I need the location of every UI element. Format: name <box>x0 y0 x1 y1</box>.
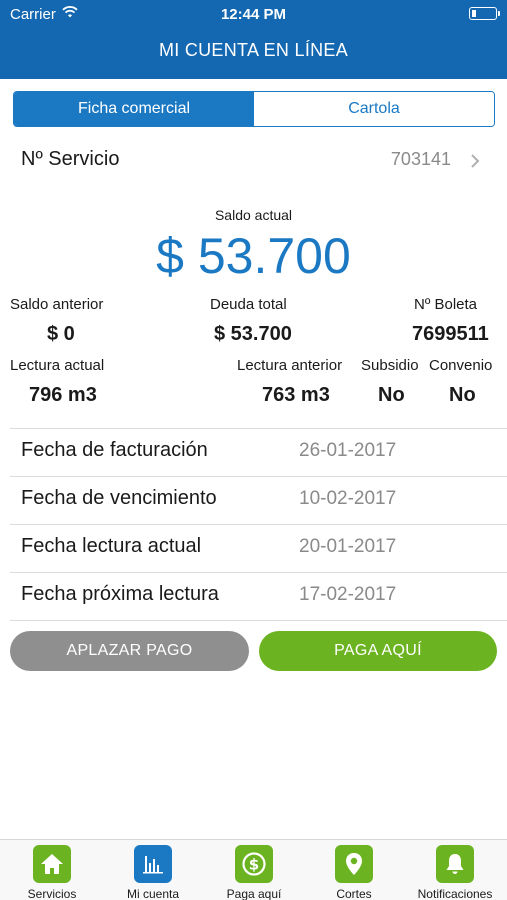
saldo-anterior-label: Saldo anterior <box>10 296 104 313</box>
tab-ficha-comercial[interactable]: Ficha comercial <box>14 92 254 126</box>
bell-icon <box>436 845 474 883</box>
servicio-label: Nº Servicio <box>21 148 120 170</box>
divider <box>10 476 507 477</box>
divider <box>10 620 507 621</box>
tab-label: Mi cuenta <box>126 887 180 900</box>
bar-chart-icon <box>134 845 172 883</box>
tab-bar: Servicios Mi cuenta $ Paga aquí Cortes N… <box>0 839 507 900</box>
dollar-icon: $ <box>235 845 273 883</box>
fecha-vencimiento-value: 10-02-2017 <box>299 488 397 509</box>
divider <box>10 428 507 429</box>
paga-aqui-button[interactable]: PAGA AQUÍ <box>259 631 497 671</box>
status-time: 12:44 PM <box>220 6 287 23</box>
lectura-actual-label: Lectura actual <box>10 357 105 374</box>
divider <box>10 572 507 573</box>
tab-cartola[interactable]: Cartola <box>254 92 494 126</box>
chevron-right-icon <box>471 154 480 168</box>
tab-cortes[interactable]: Cortes <box>304 844 404 900</box>
map-pin-icon <box>335 845 373 883</box>
fecha-proxima-lectura-label: Fecha próxima lectura <box>21 583 219 605</box>
tab-notificaciones[interactable]: Notificaciones <box>405 844 505 900</box>
fecha-proxima-lectura-value: 17-02-2017 <box>299 584 397 605</box>
lectura-anterior-value: 763 m3 <box>262 384 330 406</box>
saldo-anterior-value: $ 0 <box>47 323 75 345</box>
saldo-actual-label: Saldo actual <box>214 207 293 223</box>
convenio-label: Convenio <box>429 357 493 374</box>
tab-paga-aqui[interactable]: $ Paga aquí <box>204 844 304 900</box>
tab-label: Notificaciones <box>417 887 493 900</box>
convenio-value: No <box>449 384 476 406</box>
segmented-control: Ficha comercial Cartola <box>13 91 495 127</box>
saldo-actual-amount: $ 53.700 <box>156 228 351 284</box>
subsidio-value: No <box>378 384 405 406</box>
lectura-actual-value: 796 m3 <box>29 384 97 406</box>
aplazar-pago-button[interactable]: APLAZAR PAGO <box>10 631 249 671</box>
boleta-label: Nº Boleta <box>414 296 478 313</box>
fecha-lectura-actual-value: 20-01-2017 <box>299 536 397 557</box>
deuda-total-label: Deuda total <box>210 296 287 313</box>
tab-label: Servicios <box>27 887 77 900</box>
tab-servicios[interactable]: Servicios <box>2 844 102 900</box>
boleta-value: 7699511 <box>412 323 489 345</box>
subsidio-label: Subsidio <box>361 357 419 374</box>
fecha-facturacion-label: Fecha de facturación <box>21 439 208 461</box>
fecha-lectura-actual-label: Fecha lectura actual <box>21 535 202 557</box>
fecha-vencimiento-label: Fecha de vencimiento <box>21 487 217 509</box>
lectura-anterior-label: Lectura anterior <box>237 357 343 374</box>
tab-mi-cuenta[interactable]: Mi cuenta <box>103 844 203 900</box>
home-icon <box>33 845 71 883</box>
tab-label: Cortes <box>336 887 372 900</box>
status-bar: Carrier 12:44 PM <box>0 0 507 28</box>
page-title: MI CUENTA EN LÍNEA <box>158 40 349 60</box>
divider <box>10 524 507 525</box>
deuda-total-value: $ 53.700 <box>214 323 292 345</box>
top-bar: Carrier 12:44 PM MI CUENTA EN LÍNEA <box>0 0 507 79</box>
svg-text:$: $ <box>249 856 259 874</box>
servicio-value: 703141 <box>390 149 451 169</box>
fecha-facturacion-value: 26-01-2017 <box>299 440 397 461</box>
battery-icon <box>469 7 500 20</box>
tab-label: Paga aquí <box>226 887 282 900</box>
